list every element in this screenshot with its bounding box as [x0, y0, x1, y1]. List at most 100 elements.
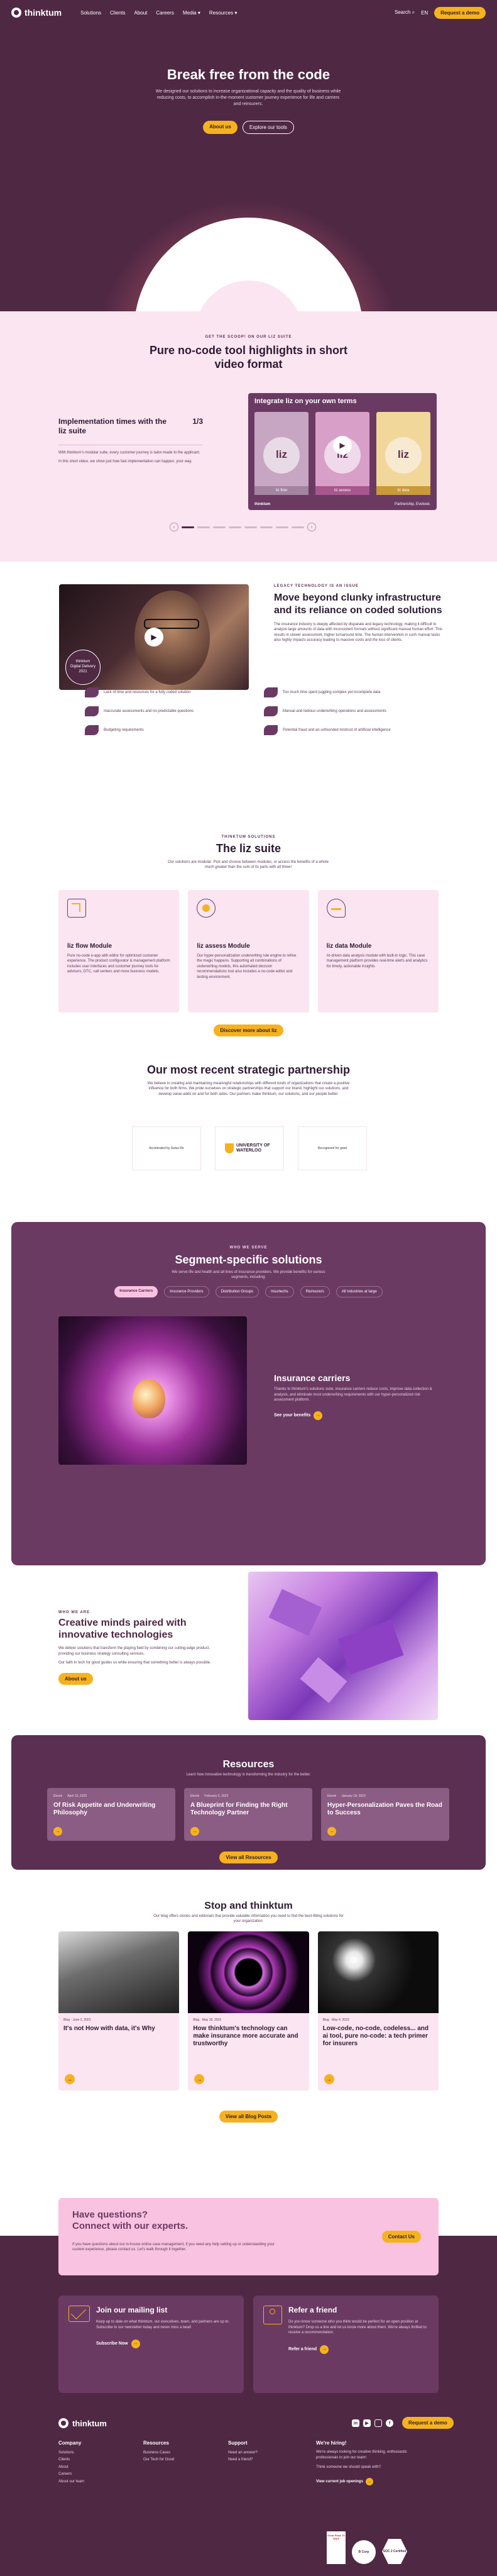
- about-us-cta[interactable]: About us: [58, 1672, 93, 1685]
- nav-clients[interactable]: Clients: [110, 10, 125, 16]
- tab-all-industries[interactable]: All Industries at large: [336, 1286, 383, 1297]
- resources-section: Resources Learn how innovative technolog…: [11, 1735, 486, 1870]
- about-eyebrow: Who we are: [58, 1611, 90, 1614]
- nav-resources[interactable]: Resources ▾: [209, 10, 238, 16]
- nav-solutions[interactable]: Solutions: [80, 10, 101, 16]
- footer-hiring: We're hiring! We're always looking for c…: [316, 2440, 410, 2485]
- footer-link[interactable]: Solutions: [58, 2450, 143, 2457]
- refer-text-wrap: Refer a friend Do you know someone who y…: [288, 2306, 429, 2354]
- issue-text: Potential fraud and an unfounded mistrus…: [283, 728, 391, 732]
- about-us-button[interactable]: About us: [203, 121, 238, 134]
- brand-logo[interactable]: thinktum: [11, 8, 62, 18]
- footer-links: Solutions Clients About Careers About ou…: [58, 2450, 143, 2485]
- blog-post-title: It's not How with data, it's Why: [63, 2025, 155, 2032]
- hero-title: Break free from the code: [167, 67, 330, 82]
- arrow-right-icon[interactable]: →: [327, 1827, 336, 1836]
- hero-section: thinktum Solutions Clients About Careers…: [0, 0, 497, 311]
- footer-link[interactable]: Careers: [58, 2471, 143, 2478]
- blog-card[interactable]: Blog · May 18, 2023 How thinktum's techn…: [188, 1931, 309, 2090]
- nav-careers[interactable]: Careers: [156, 10, 173, 16]
- nav-media-label: Media: [182, 9, 197, 16]
- arrow-right-icon[interactable]: →: [65, 2074, 75, 2084]
- explore-tools-button[interactable]: Explore our tools: [242, 121, 294, 134]
- module-card-flow[interactable]: liz flow Module Pure no-code e-app with …: [58, 890, 180, 1013]
- view-blog-button[interactable]: View all Blog Posts: [219, 2111, 278, 2123]
- resource-tag: Ebook: [53, 1794, 63, 1798]
- leaf-icon: [264, 725, 278, 735]
- carousel-dot[interactable]: [276, 526, 288, 528]
- linkedin-icon[interactable]: in: [352, 2419, 359, 2427]
- tab-insurance-providers[interactable]: Insurance Providers: [164, 1286, 209, 1297]
- discover-liz-button[interactable]: Discover more about liz: [214, 1024, 283, 1036]
- module-card-data[interactable]: liz data Module AI-driven data analysis …: [317, 890, 439, 1013]
- resource-card[interactable]: Ebook February 2, 2023 A Blueprint for Fi…: [184, 1788, 312, 1841]
- request-demo-button[interactable]: Request a demo: [434, 6, 486, 19]
- footer-logo[interactable]: thinktum: [58, 2418, 107, 2428]
- instagram-icon[interactable]: [374, 2419, 382, 2427]
- carousel-dot[interactable]: [229, 526, 241, 528]
- chevron-right-icon[interactable]: ›: [307, 523, 316, 531]
- footer-link[interactable]: Business Cases: [143, 2450, 228, 2457]
- blog-card[interactable]: Blog · May 4, 2023 Low-code, no-code, co…: [317, 1931, 439, 2090]
- job-openings-link[interactable]: View current job openings →: [316, 2478, 373, 2485]
- blog-image-light: [317, 1931, 439, 2013]
- resource-card[interactable]: Ebook April 13, 2023 Of Risk Appetite and…: [47, 1788, 175, 1841]
- footer-request-demo-button[interactable]: Request a demo: [402, 2417, 454, 2429]
- contact-title-line1: Have questions?: [72, 2209, 148, 2220]
- arrow-right-icon[interactable]: →: [53, 1827, 62, 1836]
- swiss-re-logo[interactable]: Accelerated by Swiss Re: [132, 1126, 201, 1170]
- footer-link[interactable]: Need a friend?: [228, 2457, 316, 2463]
- legacy-eyebrow: Legacy technology is an issue: [274, 584, 359, 588]
- carousel-dot-active[interactable]: [182, 526, 194, 528]
- blog-card-body: Blog · June 2, 2023 It's not How with da…: [58, 2013, 179, 2038]
- arrow-right-icon[interactable]: →: [190, 1827, 199, 1836]
- refer-link[interactable]: Refer a friend →: [288, 2345, 329, 2354]
- footer-link[interactable]: Clients: [58, 2457, 143, 2463]
- arrow-right-icon: →: [320, 2345, 329, 2354]
- tab-reinsurers[interactable]: Reinsurers: [300, 1286, 330, 1297]
- carousel-dot[interactable]: [292, 526, 304, 528]
- facebook-icon[interactable]: f: [386, 2419, 393, 2427]
- contact-us-button[interactable]: Contact Us: [381, 2231, 421, 2243]
- legacy-video[interactable]: ▶ thinktum Digital Delivery 2021: [59, 584, 249, 690]
- mailing-text-wrap: Join our mailing list Keep up to date on…: [96, 2306, 234, 2348]
- video-player[interactable]: Integrate liz on your own terms liz liz …: [248, 393, 437, 510]
- footer-link[interactable]: About: [58, 2464, 143, 2471]
- soc2-badge: SOC 2 Certified: [382, 2539, 407, 2564]
- language-selector[interactable]: EN: [421, 10, 428, 16]
- footer-link[interactable]: About our team: [58, 2479, 143, 2485]
- youtube-icon[interactable]: ▶: [363, 2419, 371, 2427]
- see-benefits-link[interactable]: See your benefits →: [274, 1411, 323, 1420]
- blog-section: Stop and thinktum Our blog offers storie…: [0, 1870, 497, 2184]
- play-icon[interactable]: ▶: [333, 436, 352, 455]
- waterloo-logo[interactable]: UNIVERSITY OF WATERLOO: [215, 1126, 284, 1170]
- carousel-dot[interactable]: [260, 526, 273, 528]
- footer-columns: Company Solutions Clients About Careers …: [58, 2440, 439, 2485]
- carousel-dot[interactable]: [213, 526, 226, 528]
- arrow-right-icon[interactable]: →: [194, 2074, 205, 2084]
- arrow-right-icon[interactable]: →: [324, 2074, 334, 2084]
- resource-tag: Ebook: [327, 1794, 337, 1798]
- segments-title: Segment-specific solutions: [175, 1253, 322, 1266]
- tab-distribution-groups[interactable]: Distribution Groups: [215, 1286, 259, 1297]
- nav-about[interactable]: About: [134, 10, 147, 16]
- footer-link[interactable]: Need an answer?: [228, 2450, 316, 2457]
- carousel-dot[interactable]: [197, 526, 210, 528]
- resource-card[interactable]: Ebook January 18, 2023 Hyper-Personalizat…: [321, 1788, 449, 1841]
- nav-media[interactable]: Media ▾: [183, 10, 200, 16]
- tab-insurtechs[interactable]: Insurtechs: [265, 1286, 294, 1297]
- module-card-assess[interactable]: liz assess Module Our hyper-personalizat…: [188, 890, 309, 1013]
- blog-title: Stop and thinktum: [204, 1901, 293, 1911]
- search-button[interactable]: Search ⌕: [395, 9, 415, 16]
- chevron-left-icon[interactable]: ‹: [170, 523, 178, 531]
- recognized-logo[interactable]: Recognized for good: [298, 1126, 367, 1170]
- view-resources-button[interactable]: View all Resources: [219, 1852, 278, 1863]
- play-icon[interactable]: ▶: [145, 628, 163, 647]
- resource-title: Hyper-Personalization Paves the Road to …: [327, 1802, 442, 1816]
- subscribe-link[interactable]: Subscribe Now →: [96, 2339, 140, 2348]
- footer-link[interactable]: Our Tech for Good: [143, 2457, 228, 2463]
- tab-insurance-carriers[interactable]: Insurance Carriers: [114, 1286, 158, 1297]
- tile-brand: liz: [276, 448, 287, 460]
- carousel-dot[interactable]: [244, 526, 257, 528]
- blog-card[interactable]: Blog · June 2, 2023 It's not How with da…: [58, 1931, 180, 2090]
